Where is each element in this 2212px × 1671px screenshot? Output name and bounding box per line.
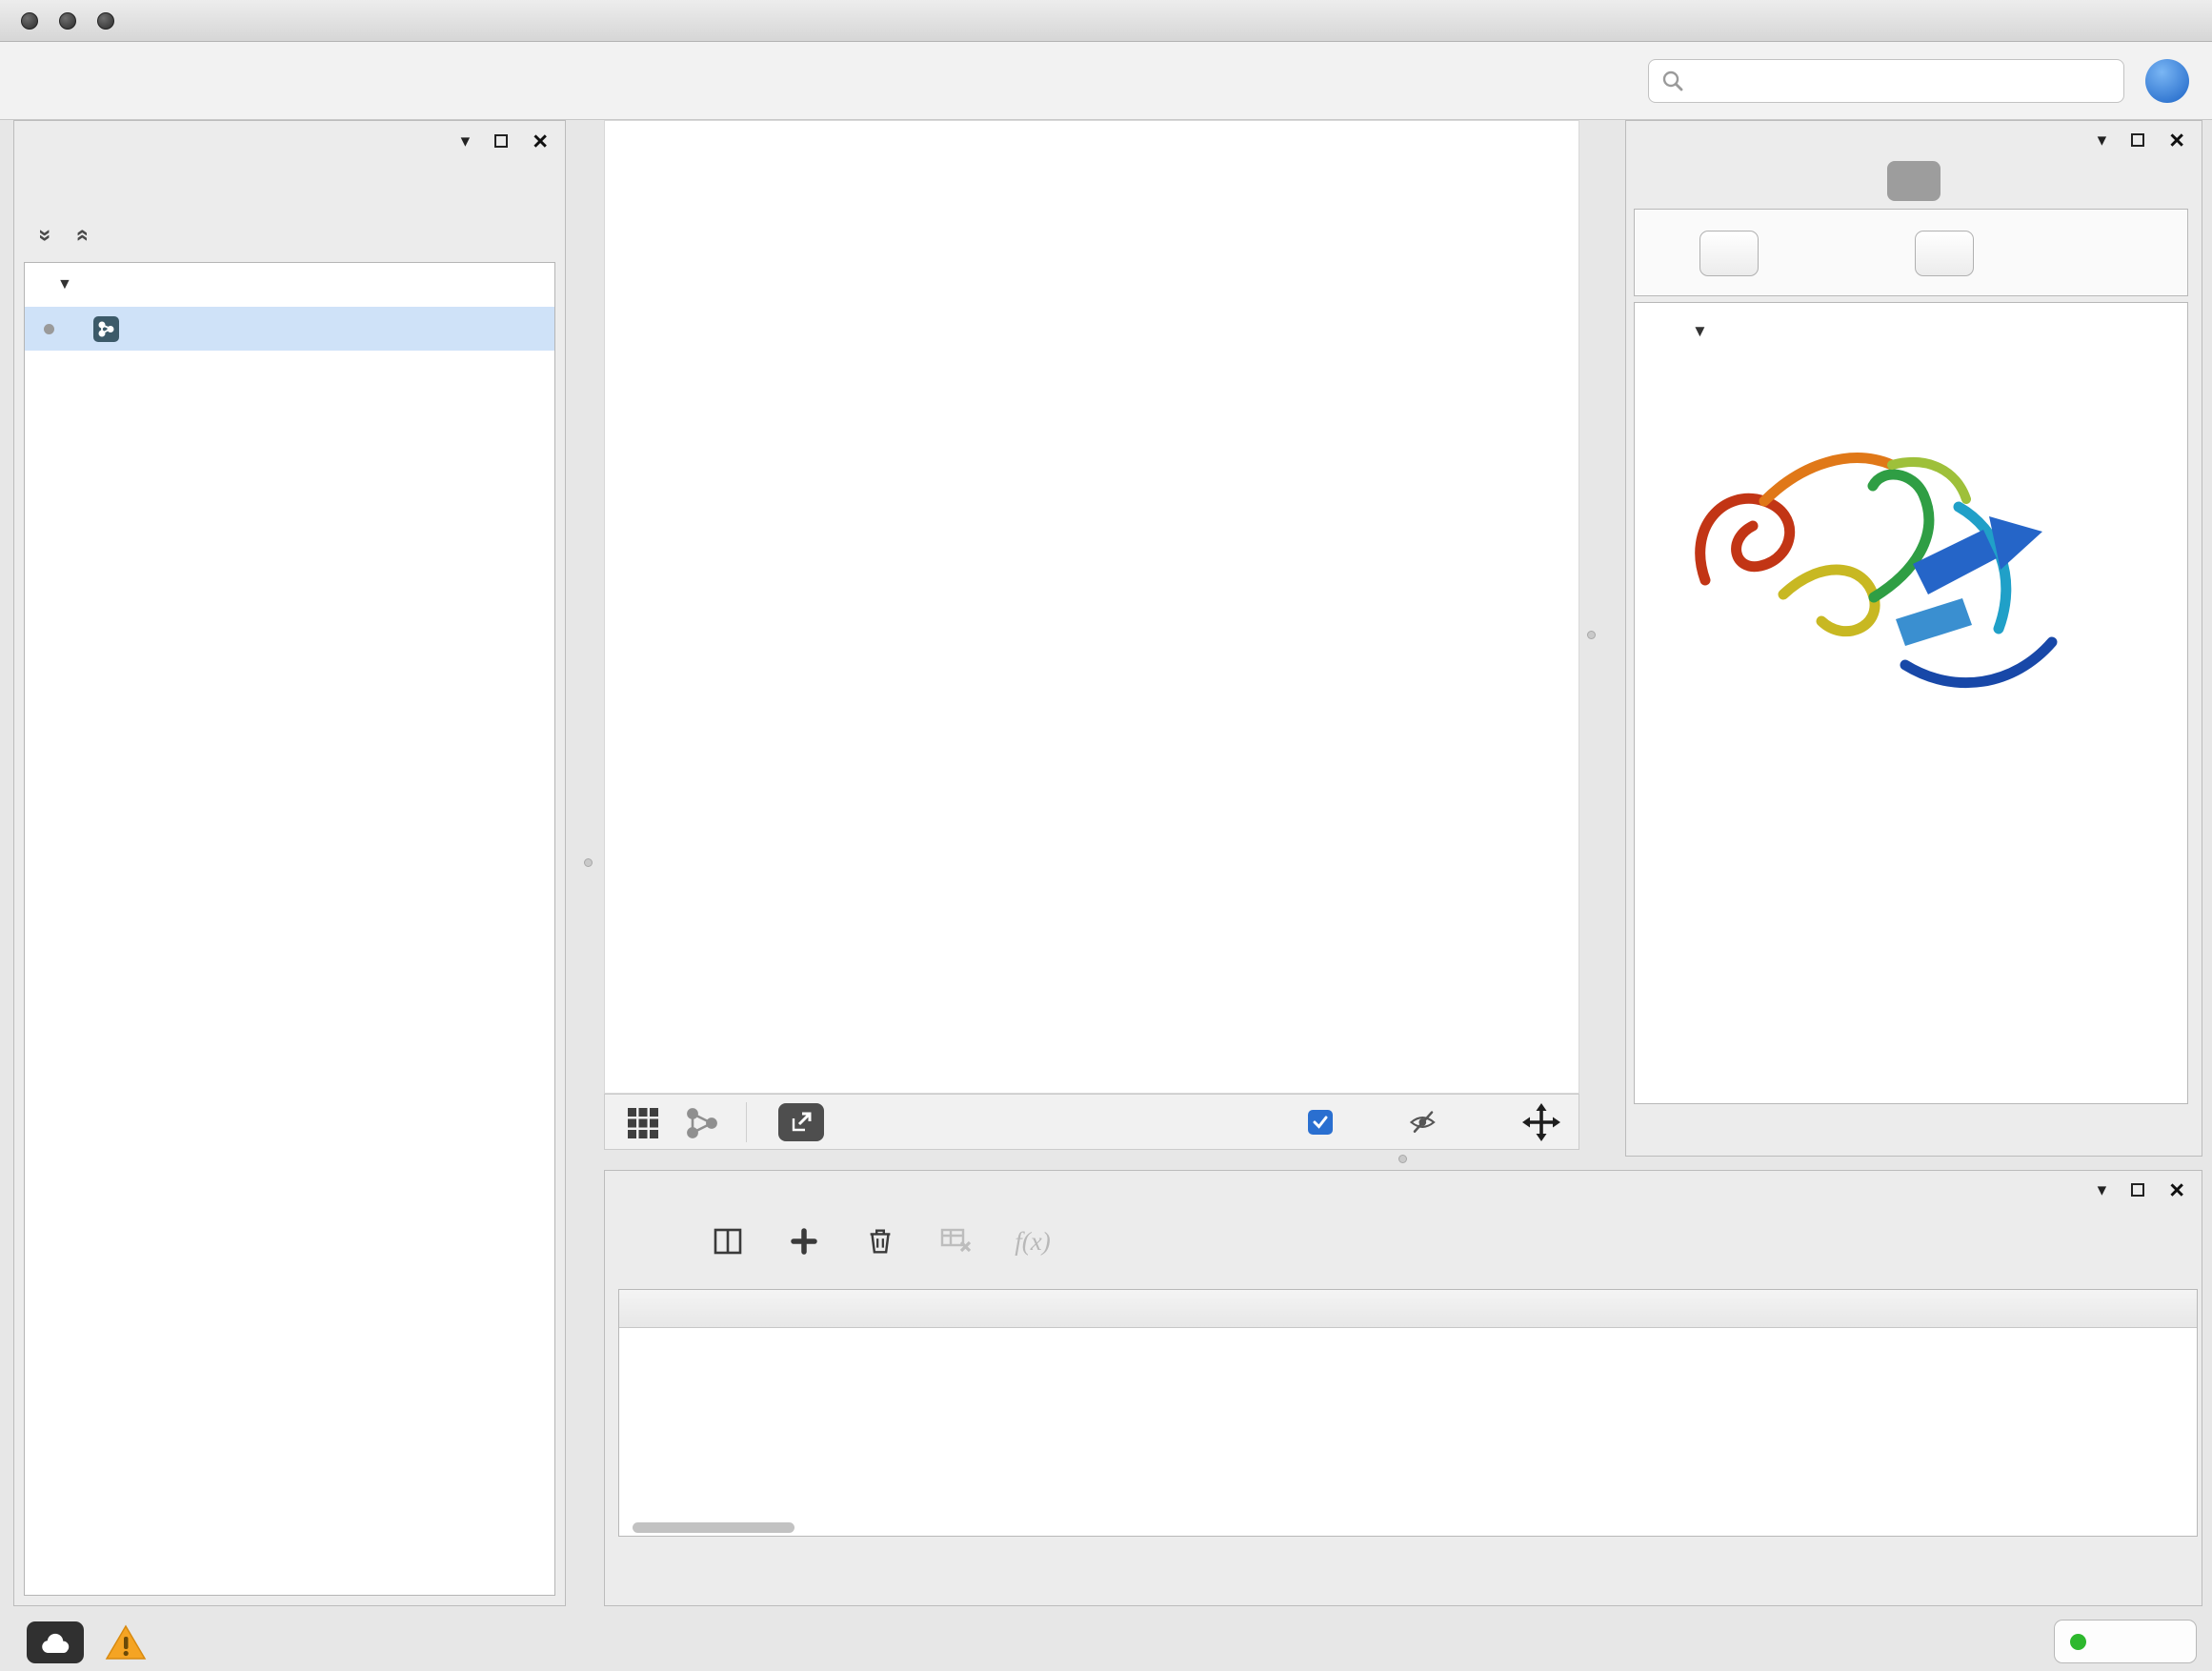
tab-string[interactable] [1887,161,1941,201]
control-panel: ▾ × » » ▼ [13,120,566,1606]
vertical-splitter-handle[interactable] [1587,631,1596,639]
delete-table-icon-disabled [938,1223,975,1259]
overview-grid-icon[interactable] [626,1106,660,1140]
title-bar [0,0,2212,42]
collapse-all-chevron-icon[interactable]: » [32,229,59,241]
memory-button[interactable] [2054,1620,2197,1663]
tree-expand-arrow-icon[interactable]: ▼ [57,276,72,293]
panel-collapse-icon[interactable]: ▾ [2098,131,2107,150]
collapse-all-button[interactable] [1915,231,1974,276]
search-icon [1660,69,1685,93]
network-options-gear-icon[interactable] [517,222,544,249]
zoom-window-button[interactable] [97,12,114,30]
results-panel: ▾ × ▼ [1625,120,2202,1157]
panel-collapse-icon[interactable]: ▾ [2098,1181,2107,1199]
network-view-canvas[interactable] [604,120,1579,1094]
show-columns-icon[interactable] [710,1223,746,1259]
panel-float-icon[interactable] [494,134,508,148]
network-selection-status-row: » » [14,214,565,256]
results-panel-header: ▾ × [1626,121,2202,159]
search-input[interactable] [1685,70,2112,91]
toolbar-separator [746,1102,747,1142]
network-tree: ▼ [24,262,555,1596]
string-app-icon [93,316,119,342]
network-collection-row[interactable]: ▼ [25,263,554,307]
search-box[interactable] [1648,59,2124,103]
close-window-button[interactable] [21,12,38,30]
current-network-bullet-icon [44,324,54,334]
open-in-new-window-button[interactable] [778,1103,824,1141]
panel-float-icon[interactable] [2131,1183,2144,1197]
help-button[interactable] [2145,59,2189,103]
panel-close-icon[interactable]: × [2169,1178,2184,1203]
results-actions-box [1634,209,2188,296]
add-column-icon[interactable] [786,1223,822,1259]
horizontal-splitter-handle[interactable] [1398,1155,1407,1163]
selected-checkbox-icon[interactable] [1308,1110,1333,1135]
share-network-icon[interactable] [685,1106,719,1140]
network-graph [605,121,1579,1093]
network-row-selected[interactable] [25,307,554,351]
node-table [618,1289,2198,1537]
traffic-lights [21,12,114,30]
warning-icon [105,1623,147,1661]
gene-result-section: ▼ [1634,302,2188,1104]
horizontal-scrollbar-track[interactable] [625,1521,2191,1533]
app-window: ▾ × » » ▼ [0,0,2212,1671]
delete-column-trash-icon[interactable] [862,1223,898,1259]
cloud-button[interactable] [27,1621,84,1663]
open-in-new-icon [788,1109,814,1136]
panel-float-icon[interactable] [2131,133,2144,147]
network-view-toolbar [604,1094,1579,1150]
control-panel-header: ▾ × [14,121,565,161]
warning-button[interactable] [103,1621,149,1663]
vertical-splitter-handle[interactable] [584,858,593,867]
expand-all-button[interactable] [1699,231,1759,276]
table-settings-gear-icon[interactable] [633,1223,670,1259]
function-builder-icon-disabled: f(x) [1015,1223,1051,1259]
protein-structure-image [1669,413,2079,756]
panel-close-icon[interactable]: × [2169,128,2184,153]
main-toolbar [0,42,2212,120]
cloud-icon [34,1626,76,1659]
panel-collapse-icon[interactable]: ▾ [461,132,471,151]
minimize-window-button[interactable] [59,12,76,30]
horizontal-scrollbar-thumb[interactable] [633,1522,794,1533]
expand-all-chevron-icon[interactable]: » [69,229,95,241]
section-collapse-arrow-icon[interactable]: ▼ [1692,322,1708,341]
table-header-row [619,1290,2198,1328]
panel-close-icon[interactable]: × [533,129,548,154]
hidden-eye-slash-icon[interactable] [1407,1107,1439,1137]
table-panel-header: ▾ × [605,1171,2202,1209]
table-toolbar: f(x) [633,1213,1051,1270]
memory-status-dot-icon [2070,1634,2086,1650]
table-panel: ▾ × f(x) [604,1170,2202,1606]
fit-crosshair-icon[interactable] [1521,1102,1561,1142]
